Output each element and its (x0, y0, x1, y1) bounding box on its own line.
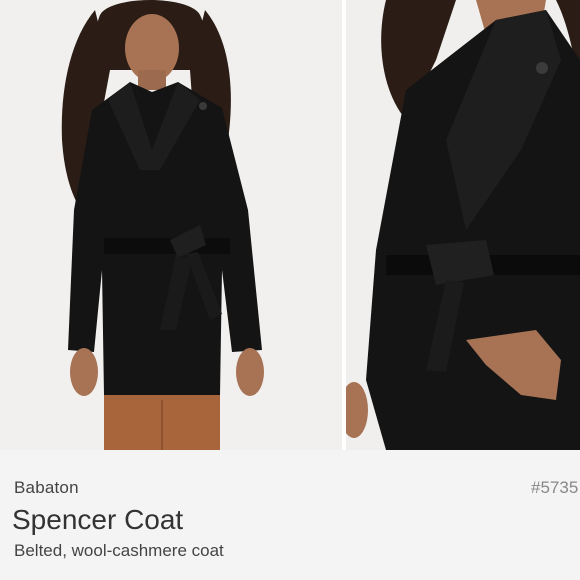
product-photo-closeup[interactable] (346, 0, 580, 450)
product-title[interactable]: Spencer Coat (12, 504, 183, 536)
listing-info-panel: Babaton #5735 Spencer Coat Belted, wool-… (0, 450, 580, 580)
product-photo-full-view[interactable] (0, 0, 342, 450)
product-photo-gallery (0, 0, 580, 450)
brand-label[interactable]: Babaton (14, 478, 79, 498)
model-full-view-illustration (0, 0, 342, 450)
listing-id: #5735 (531, 478, 579, 497)
product-subtitle: Belted, wool-cashmere coat (14, 541, 224, 560)
model-closeup-illustration (346, 0, 580, 450)
